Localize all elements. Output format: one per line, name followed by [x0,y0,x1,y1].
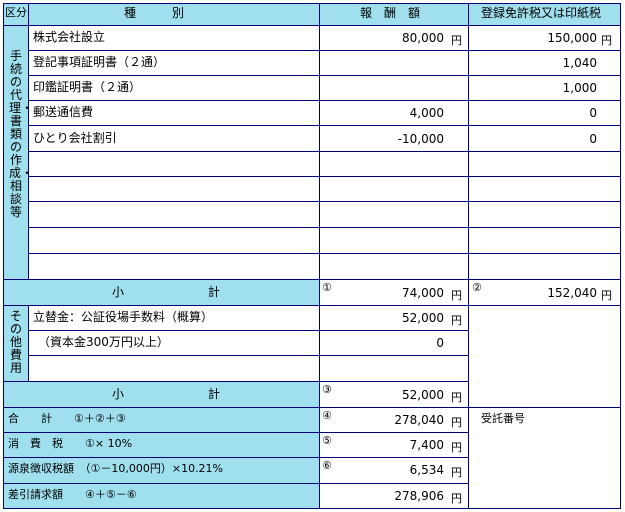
other-row1-fee: 52,000 [402,311,444,325]
row1-fee-yen: 円 [451,34,462,47]
row1-tax-yen: 円 [601,34,612,47]
row1-item: 株式会社設立 [33,30,106,44]
total-label: 合 計 ①＋②＋③ [8,412,126,425]
withholding-value: 6,534 [409,463,444,477]
row2-tax: 1,040 [562,56,597,70]
other-row2-item: （資本金300万円以上） [38,335,169,349]
row5-fee: -10,000 [397,132,444,146]
withholding-yen: 円 [451,466,462,479]
total-value: 278,040 [394,413,444,427]
row4-fee: 4,000 [409,106,444,120]
header-shubetsu: 種 別 [124,6,185,20]
subtotal1-fee: 74,000 [402,286,444,300]
subtotal1-tax-yen: 円 [601,289,612,302]
consumption-tax-label: 消 費 税 ①× 10% [8,437,133,450]
receipt-label: 受託番号 [481,412,525,425]
consumption-tax-value: 7,400 [409,438,444,452]
consumption-tax-yen: 円 [451,441,462,454]
header-kubun: 区分 [5,6,27,19]
billing-label: 差引請求額 ④＋⑤－⑥ [8,488,137,501]
other-row1-fee-yen: 円 [451,314,462,327]
subtotal2-fee: 52,000 [402,388,444,402]
total-yen: 円 [451,416,462,429]
row5-item: ひとり会社割引 [33,131,117,145]
subtotal2-yen: 円 [451,391,462,404]
header-hoshu: 報 酬 額 [360,6,421,20]
other-row2-fee: 0 [436,336,444,350]
row2-item: 登記事項証明書（２通） [33,55,166,69]
header-tax: 登録免許税又は印紙税 [481,6,602,20]
subtotal1-label: 小 計 [112,285,221,299]
section2-label: その他費用 [9,309,22,375]
row3-item: 印鑑証明書（２通） [33,80,142,94]
other-row1-item: 立替金：公証役場手数料（概算） [33,310,214,324]
row4-tax: 0 [589,106,597,120]
billing-value: 278,906 [394,489,444,503]
subtotal1-fee-yen: 円 [451,289,462,302]
row4-item: 郵送通信費 [33,105,94,119]
subtotal2-label: 小 計 [112,387,221,401]
withholding-label: 源泉徴収税額 （①－10,000円）×10.21% [8,462,224,475]
row5-tax: 0 [589,132,597,146]
row1-fee: 80,000 [402,31,444,45]
row1-tax: 150,000 [547,31,597,45]
section1-label: 手続の代理・書類の作成・相談等 [9,49,34,219]
billing-yen: 円 [451,492,462,505]
row3-tax: 1,000 [562,81,597,95]
subtotal1-tax: 152,040 [547,286,597,300]
